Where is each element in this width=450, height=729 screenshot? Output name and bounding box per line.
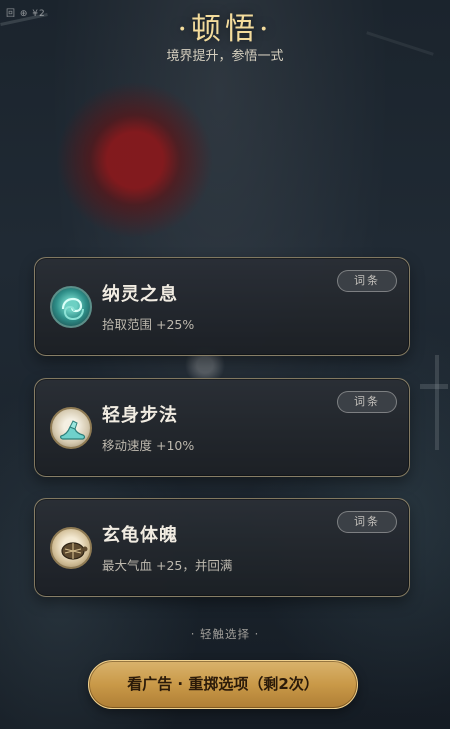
page-title: ·顿悟· bbox=[177, 12, 273, 47]
skill-effect: 移动速度 +10% bbox=[102, 438, 195, 453]
skill-option-card-1[interactable]: 纳灵之息 拾取范围 +25% 词条 bbox=[34, 257, 410, 356]
skill-option-card-3[interactable]: 玄龟体魄 最大气血 +25，并回满 词条 bbox=[34, 498, 410, 597]
watch-ad-reroll-button[interactable]: 看广告 · 重掷选项（剩2次） bbox=[88, 660, 358, 709]
skill-effect: 拾取范围 +25% bbox=[102, 317, 195, 332]
skill-name: 轻身步法 bbox=[102, 405, 178, 426]
skill-effect: 最大气血 +25，并回满 bbox=[102, 558, 233, 573]
skill-option-card-2[interactable]: 轻身步法 移动速度 +10% 词条 bbox=[34, 378, 410, 477]
skill-name: 玄龟体魄 bbox=[102, 525, 178, 546]
light-step-boot-icon bbox=[50, 407, 92, 449]
background-streak bbox=[420, 384, 448, 389]
skill-name: 纳灵之息 bbox=[102, 284, 178, 305]
game-background bbox=[0, 0, 450, 729]
entry-tag-button[interactable]: 词条 bbox=[337, 511, 397, 533]
page-subtitle: 境界提升，参悟一式 bbox=[166, 49, 284, 64]
spirit-breath-icon bbox=[50, 286, 92, 328]
tap-hint: · 轻触选择 · bbox=[190, 627, 260, 641]
tortoise-shell-icon bbox=[50, 527, 92, 569]
background-streak bbox=[435, 355, 439, 450]
entry-tag-button[interactable]: 词条 bbox=[337, 391, 397, 413]
entry-tag-button[interactable]: 词条 bbox=[337, 270, 397, 292]
